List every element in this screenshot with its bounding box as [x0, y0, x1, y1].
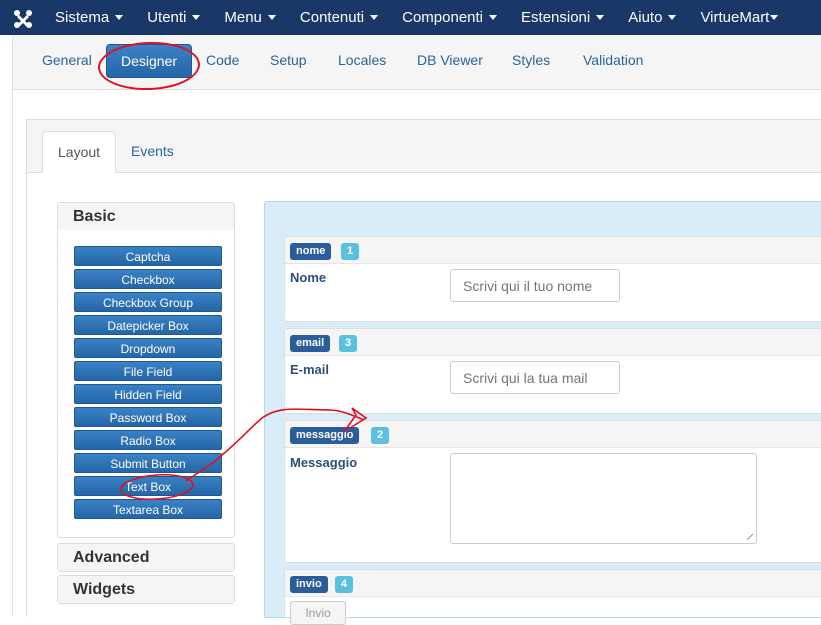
- menu-estensioni[interactable]: Estensioni: [509, 9, 616, 26]
- tab-styles[interactable]: Styles: [498, 44, 564, 76]
- caret-down-icon: [668, 15, 677, 20]
- messaggio-textarea[interactable]: [450, 453, 757, 544]
- menu-label: Componenti: [402, 9, 484, 26]
- field-password-button[interactable]: Password Box: [74, 407, 222, 427]
- tab-code[interactable]: Code: [192, 44, 253, 76]
- form-field-card[interactable]: nome 1 Nome: [284, 236, 821, 322]
- menu-virtuemart[interactable]: VirtueMart: [688, 9, 790, 26]
- field-order-badge: 3: [339, 335, 357, 352]
- menu-label: Estensioni: [521, 9, 591, 26]
- admin-menu: Sistema Utenti Menu Contenuti Componenti…: [43, 0, 790, 35]
- resize-grip-icon[interactable]: [747, 534, 753, 540]
- panel-tabs: Layout Events: [27, 120, 821, 173]
- accordion-advanced: Advanced: [57, 543, 235, 572]
- nome-input[interactable]: [450, 269, 620, 302]
- tab-events[interactable]: Events: [116, 131, 189, 171]
- form-field-card[interactable]: messaggio 2 Messaggio: [284, 420, 821, 563]
- accordion-title-basic[interactable]: Basic: [58, 203, 234, 230]
- caret-down-icon: [115, 15, 124, 20]
- tab-setup[interactable]: Setup: [256, 44, 321, 76]
- card-header: invio 4: [285, 570, 821, 597]
- caret-down-icon: [489, 15, 498, 20]
- tab-db-viewer[interactable]: DB Viewer: [403, 44, 497, 76]
- field-palette: Captcha Checkbox Checkbox Group Datepick…: [58, 230, 234, 530]
- field-captcha-button[interactable]: Captcha: [74, 246, 222, 266]
- joomla-logo-icon[interactable]: [13, 9, 33, 29]
- form-field-card[interactable]: email 3 E-mail: [284, 328, 821, 414]
- field-hidden-button[interactable]: Hidden Field: [74, 384, 222, 404]
- menu-label: Aiuto: [628, 9, 663, 26]
- menu-sistema[interactable]: Sistema: [43, 9, 135, 26]
- field-submit-button[interactable]: Submit Button: [74, 453, 222, 473]
- accordion-title-advanced[interactable]: Advanced: [58, 544, 234, 571]
- menu-label: VirtueMart: [700, 9, 770, 26]
- field-dropdown-button[interactable]: Dropdown: [74, 338, 222, 358]
- accordion-basic: Basic Captcha Checkbox Checkbox Group Da…: [57, 202, 235, 538]
- component-tabs: General Designer Code Setup Locales DB V…: [12, 35, 821, 90]
- tab-validation[interactable]: Validation: [569, 44, 657, 76]
- tab-general[interactable]: General: [28, 44, 106, 76]
- field-name-tag: email: [290, 335, 331, 352]
- menu-label: Sistema: [55, 9, 110, 26]
- menu-aiuto[interactable]: Aiuto: [616, 9, 688, 26]
- page-gutter: [12, 89, 13, 616]
- field-name-tag: invio: [290, 576, 328, 593]
- field-radio-button[interactable]: Radio Box: [74, 430, 222, 450]
- menu-contenuti[interactable]: Contenuti: [288, 9, 390, 26]
- admin-menu-bar: Sistema Utenti Menu Contenuti Componenti…: [0, 0, 821, 35]
- card-header: nome 1: [285, 237, 821, 264]
- caret-down-icon: [192, 15, 201, 20]
- field-name-tag: messaggio: [290, 427, 360, 444]
- caret-down-icon: [770, 15, 779, 20]
- caret-down-icon: [370, 15, 379, 20]
- field-label: Messaggio: [290, 455, 358, 470]
- invio-button-preview[interactable]: Invio: [290, 601, 346, 625]
- field-file-button[interactable]: File Field: [74, 361, 222, 381]
- card-header: messaggio 2: [285, 421, 821, 448]
- tab-locales[interactable]: Locales: [324, 44, 400, 76]
- field-order-badge: 1: [341, 243, 359, 260]
- form-field-card[interactable]: invio 4: [284, 569, 821, 617]
- card-header: email 3: [285, 329, 821, 356]
- email-input[interactable]: [450, 361, 620, 394]
- field-name-tag: nome: [290, 243, 332, 260]
- field-checkbox-group-button[interactable]: Checkbox Group: [74, 292, 222, 312]
- tab-layout[interactable]: Layout: [42, 131, 117, 173]
- menu-label: Utenti: [147, 9, 187, 26]
- menu-label: Contenuti: [299, 9, 365, 26]
- menu-utenti[interactable]: Utenti: [135, 9, 212, 26]
- tab-designer[interactable]: Designer: [106, 44, 193, 78]
- field-checkbox-button[interactable]: Checkbox: [74, 269, 222, 289]
- menu-componenti[interactable]: Componenti: [390, 9, 509, 26]
- field-label: E-mail: [290, 362, 330, 377]
- menu-label: Menu: [224, 9, 262, 26]
- field-textarea-button[interactable]: Textarea Box: [74, 499, 222, 519]
- field-datepicker-button[interactable]: Datepicker Box: [74, 315, 222, 335]
- field-order-badge: 2: [371, 427, 389, 444]
- accordion-widgets: Widgets: [57, 575, 235, 604]
- caret-down-icon: [596, 15, 605, 20]
- menu-menu[interactable]: Menu: [212, 9, 288, 26]
- field-label: Nome: [290, 270, 327, 285]
- caret-down-icon: [267, 15, 276, 20]
- accordion-title-widgets[interactable]: Widgets: [58, 576, 234, 603]
- field-order-badge: 4: [335, 576, 353, 593]
- field-text-box-button[interactable]: Text Box: [74, 476, 222, 496]
